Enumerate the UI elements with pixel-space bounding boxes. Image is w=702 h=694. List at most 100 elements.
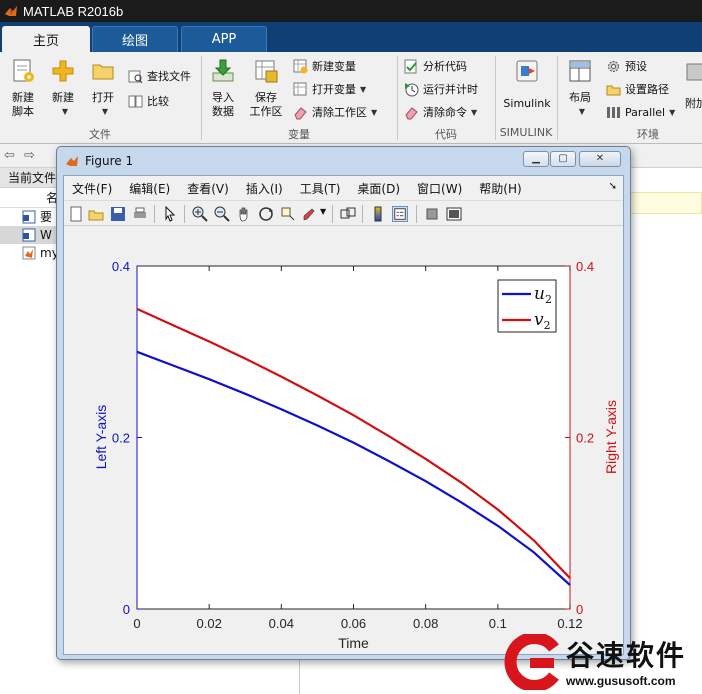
- analyze-code-label: 分析代码: [423, 60, 467, 73]
- compare-label: 比较: [147, 95, 169, 108]
- parallel-button[interactable]: Parallel ▼: [606, 102, 675, 122]
- forward-arrow-icon[interactable]: ⇨: [24, 148, 35, 163]
- chevron-down-icon: ▼: [669, 107, 676, 117]
- pan-hand-icon[interactable]: [236, 206, 252, 222]
- chevron-down-icon[interactable]: ▼: [320, 207, 326, 216]
- data-cursor-icon[interactable]: [280, 206, 296, 222]
- clear-commands-button[interactable]: 清除命令 ▼: [404, 102, 477, 122]
- import-data-icon: [212, 59, 234, 82]
- run-and-time-button[interactable]: 运行并计时: [404, 79, 478, 99]
- set-path-label: 设置路径: [625, 83, 669, 96]
- menu-view[interactable]: 查看(V): [187, 180, 229, 197]
- x-tick-label: 0.1: [489, 616, 507, 631]
- import-data-button[interactable]: 导入 数据: [206, 58, 240, 119]
- save-workspace-label: 保存 工作区: [249, 91, 283, 118]
- analyze-code-button[interactable]: 分析代码: [404, 56, 467, 76]
- file-name: 要: [40, 210, 53, 224]
- print-icon[interactable]: [132, 206, 148, 222]
- close-button[interactable]: ✕: [579, 151, 621, 167]
- eraser-icon: [405, 106, 418, 119]
- chevron-down-icon: ▼: [371, 107, 378, 117]
- minimize-button[interactable]: ▁: [523, 151, 549, 167]
- colorbar-icon[interactable]: [370, 206, 386, 222]
- new-script-button[interactable]: 新建 脚本: [6, 58, 40, 119]
- new-figure-icon[interactable]: [68, 206, 84, 222]
- toolbar-divider: [416, 205, 417, 223]
- chevron-down-icon: ▼: [360, 84, 367, 94]
- open-file-icon[interactable]: [88, 206, 104, 222]
- menu-tools[interactable]: 工具(T): [300, 180, 341, 197]
- run-and-time-label: 运行并计时: [423, 83, 478, 96]
- save-icon[interactable]: [110, 206, 126, 222]
- menu-insert[interactable]: 插入(I): [246, 180, 283, 197]
- figure-toolbar: ▼: [64, 200, 623, 226]
- tab-apps[interactable]: APP: [181, 26, 267, 52]
- plot-area: 0 0.02 0.04 0.06 0.08 0.1 0.12 0 0.2 0.4 0 0.2 0.4 T…: [64, 226, 623, 654]
- brush-icon[interactable]: [302, 206, 318, 222]
- watermark-text: 谷速软件: [566, 639, 687, 672]
- simulink-button[interactable]: Simulink: [502, 58, 552, 111]
- matlab-logo-icon: [5, 6, 17, 16]
- figure-title: Figure 1: [85, 154, 134, 168]
- right-y-tick-label: 0.2: [576, 431, 594, 446]
- legend-icon[interactable]: [392, 206, 408, 222]
- zoom-out-icon[interactable]: [214, 206, 230, 222]
- new-button[interactable]: 新建 ▼: [46, 58, 80, 119]
- matlab-logo-icon: [66, 156, 78, 166]
- clear-workspace-button[interactable]: 清除工作区 ▼: [293, 102, 377, 122]
- open-button[interactable]: 打开 ▼: [86, 58, 120, 119]
- gusu-logo-icon: [504, 634, 559, 690]
- left-y-tick-label: 0.4: [112, 259, 130, 274]
- word-doc-icon: [22, 210, 36, 224]
- left-y-tick-label: 0.2: [112, 431, 130, 446]
- save-workspace-icon: [255, 60, 278, 83]
- plus-icon: [52, 60, 74, 82]
- x-tick-label: 0.06: [341, 616, 366, 631]
- dock-arrow-icon[interactable]: ➘: [609, 181, 617, 192]
- layout-icon: [569, 60, 591, 82]
- figure-client-area: 文件(F) 编辑(E) 查看(V) 插入(I) 工具(T) 桌面(D) 窗口(W…: [63, 175, 624, 655]
- new-variable-label: 新建变量: [312, 60, 356, 73]
- preferences-button[interactable]: 预设: [606, 56, 647, 76]
- layout-button[interactable]: 布局 ▼: [563, 58, 597, 119]
- addons-button[interactable]: 附加: [684, 58, 702, 111]
- tab-plots[interactable]: 绘图: [92, 26, 178, 52]
- set-path-button[interactable]: 设置路径: [606, 79, 669, 99]
- menu-desktop[interactable]: 桌面(D): [357, 180, 400, 197]
- watermark-url: www.gususoft.com: [566, 674, 676, 688]
- word-doc-icon: [22, 228, 36, 242]
- rotate-3d-icon[interactable]: [258, 206, 274, 222]
- hide-plot-tools-icon[interactable]: [424, 206, 440, 222]
- zoom-in-icon[interactable]: [192, 206, 208, 222]
- open-variable-button[interactable]: 打开变量 ▼: [293, 79, 366, 99]
- open-variable-label: 打开变量: [312, 83, 356, 96]
- pointer-icon[interactable]: [162, 206, 178, 222]
- x-tick-label: 0.08: [413, 616, 438, 631]
- find-files-button[interactable]: 查找文件: [128, 66, 191, 86]
- show-plot-tools-icon[interactable]: [446, 206, 462, 222]
- back-arrow-icon[interactable]: ⇦: [4, 148, 15, 163]
- menu-file[interactable]: 文件(F): [72, 180, 112, 197]
- save-workspace-button[interactable]: 保存 工作区: [246, 58, 286, 119]
- chevron-down-icon: ▼: [578, 107, 586, 116]
- link-plot-icon[interactable]: [340, 206, 356, 222]
- parallel-icon: [607, 106, 620, 118]
- right-y-axis-label: Right Y-axis: [603, 400, 619, 474]
- figure-menubar: 文件(F) 编辑(E) 查看(V) 插入(I) 工具(T) 桌面(D) 窗口(W…: [64, 176, 623, 200]
- figure-title-bar[interactable]: Figure 1 ▁ ▢ ✕: [57, 147, 630, 175]
- chevron-down-icon: ▼: [101, 107, 109, 116]
- layout-label: 布局: [569, 91, 591, 104]
- file-section-label: 文件: [89, 128, 111, 141]
- maximize-button[interactable]: ▢: [550, 151, 576, 167]
- new-variable-button[interactable]: 新建变量: [293, 56, 356, 76]
- gear-icon: [608, 60, 619, 72]
- compare-button[interactable]: 比较: [128, 91, 169, 111]
- menu-help[interactable]: 帮助(H): [479, 180, 521, 197]
- legend[interactable]: u2 v2: [497, 279, 557, 333]
- menu-edit[interactable]: 编辑(E): [129, 180, 170, 197]
- chart-svg[interactable]: 0 0.02 0.04 0.06 0.08 0.1 0.1200.20.400.20.4 T…: [64, 226, 623, 654]
- x-axis-label: Time: [338, 635, 369, 651]
- menu-window[interactable]: 窗口(W): [417, 180, 462, 197]
- addons-label: 附加: [685, 97, 702, 110]
- tab-home[interactable]: 主页: [2, 26, 90, 52]
